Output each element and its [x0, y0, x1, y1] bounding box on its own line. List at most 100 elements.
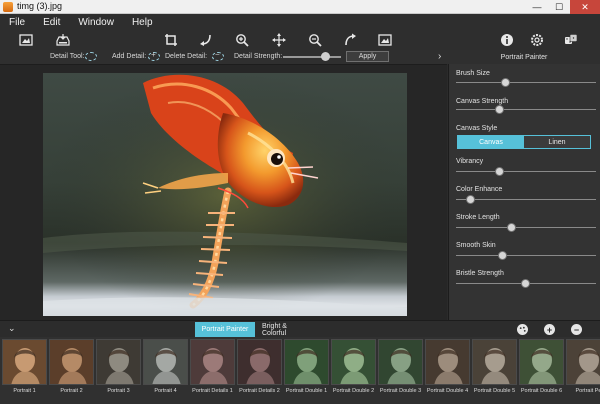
canvas-workspace[interactable] — [0, 64, 447, 320]
smooth-skin-label: Smooth Skin — [456, 242, 496, 249]
window-title: timg (3).jpg — [17, 1, 63, 11]
detail-tool-button[interactable] — [85, 52, 97, 61]
menu-file[interactable]: File — [0, 17, 34, 28]
bristle-strength-label: Bristle Strength — [456, 270, 504, 277]
stroke-length-label: Stroke Length — [456, 214, 500, 221]
preset-preview-image — [566, 339, 600, 385]
info-button[interactable] — [498, 31, 516, 49]
preset-name: Portrait 1 — [13, 388, 36, 394]
panel-next-button[interactable]: › — [438, 51, 441, 62]
apply-button[interactable]: Apply — [346, 51, 389, 62]
preset-thumbnail[interactable]: Portrait 1 — [2, 339, 47, 401]
window-controls: — ☐ ✕ — [526, 0, 600, 14]
palette-icon — [519, 326, 526, 332]
tray-download-icon — [56, 34, 70, 46]
brush-size-handle[interactable] — [501, 78, 510, 87]
preset-thumbnail[interactable]: Portrait Double 2 — [331, 339, 376, 401]
zoom-in-button[interactable] — [233, 31, 251, 49]
preset-name: Portrait Double 6 — [520, 388, 563, 394]
preset-thumbnail[interactable]: Portrait 2 — [49, 339, 94, 401]
delete-detail-button[interactable] — [212, 50, 224, 61]
rotate-right-button[interactable] — [341, 31, 359, 49]
minimize-button[interactable]: — — [526, 0, 548, 14]
preset-name: Portrait Pe — [575, 388, 600, 394]
vibrancy-slider[interactable] — [456, 171, 596, 172]
tab-portrait-painter[interactable]: Portrait Painter — [195, 322, 255, 337]
preset-thumbnail[interactable]: Portrait 4 — [143, 339, 188, 401]
preset-thumbnail[interactable]: Portrait 3 — [96, 339, 141, 401]
compare-button[interactable] — [376, 31, 394, 49]
preset-preview-image — [237, 339, 282, 385]
add-detail-button[interactable] — [148, 50, 160, 61]
preset-preview-image — [49, 339, 94, 385]
zoom-out-icon — [309, 34, 322, 47]
canvas-strength-slider[interactable] — [456, 109, 596, 110]
tab-bright-colorful[interactable]: Bright & Colorful — [256, 322, 318, 337]
settings-button[interactable] — [528, 31, 546, 49]
add-detail-label: Add Detail: — [112, 53, 147, 60]
bristle-strength-handle[interactable] — [520, 279, 530, 288]
preset-preview-image — [425, 339, 470, 385]
vibrancy-handle[interactable] — [495, 167, 505, 176]
maximize-button[interactable]: ☐ — [548, 0, 570, 14]
painted-photo[interactable] — [43, 73, 407, 316]
preset-name: Portrait Details 2 — [239, 388, 280, 394]
menu-edit[interactable]: Edit — [34, 17, 69, 28]
canvas-style-linen[interactable]: Linen — [524, 136, 590, 148]
info-icon — [501, 34, 513, 46]
crop-icon — [165, 34, 177, 46]
dice-icon — [565, 34, 578, 44]
preset-thumbnail[interactable]: Portrait Double 6 — [519, 339, 564, 401]
preset-name: Portrait Double 3 — [379, 388, 422, 394]
title-bar: timg (3).jpg — ☐ ✕ — [0, 0, 600, 14]
color-enhance-handle[interactable] — [466, 195, 475, 204]
preset-thumbnail[interactable]: Portrait Double 5 — [472, 339, 517, 401]
color-enhance-slider[interactable] — [456, 199, 596, 200]
smooth-skin-handle[interactable] — [498, 251, 508, 260]
rotate-right-icon — [345, 33, 356, 46]
picture-icon — [378, 34, 392, 46]
save-button[interactable] — [54, 31, 72, 49]
menu-window[interactable]: Window — [69, 17, 123, 28]
detail-strength-label: Detail Strength: — [234, 53, 283, 60]
preset-name: Portrait Double 1 — [285, 388, 328, 394]
detail-strength-handle[interactable] — [320, 52, 330, 61]
close-button[interactable]: ✕ — [570, 0, 600, 14]
collapse-presets-button[interactable]: ⌄ — [8, 323, 16, 334]
remove-preset-button[interactable]: − — [571, 324, 582, 335]
move-icon — [272, 33, 286, 47]
pan-button[interactable] — [270, 31, 288, 49]
preset-thumbnail[interactable]: Portrait Double 4 — [425, 339, 470, 401]
detail-strength-slider[interactable] — [283, 56, 341, 58]
preset-name: Portrait Double 5 — [473, 388, 516, 394]
open-image-button[interactable] — [17, 31, 35, 49]
image-frame-icon — [19, 34, 33, 46]
preset-thumbnail[interactable]: Portrait Details 2 — [237, 339, 282, 401]
add-preset-button[interactable]: + — [544, 324, 555, 335]
crop-button[interactable] — [162, 31, 180, 49]
preset-preview-image — [2, 339, 47, 385]
random-button[interactable] — [562, 31, 580, 49]
preset-thumbnail[interactable]: Portrait Details 1 — [190, 339, 235, 401]
rotate-left-button[interactable] — [197, 31, 215, 49]
preset-preview-image — [284, 339, 329, 385]
settings-panel: Brush Size Canvas Strength Canvas Style … — [448, 64, 600, 320]
zoom-in-icon — [236, 34, 249, 47]
panel-title: Portrait Painter — [448, 50, 600, 64]
zoom-out-button[interactable] — [306, 31, 324, 49]
brush-size-slider[interactable] — [456, 82, 596, 83]
main-toolbar — [0, 30, 600, 50]
menu-help[interactable]: Help — [123, 17, 162, 28]
canvas-style-canvas[interactable]: Canvas — [458, 136, 524, 148]
palette-button[interactable] — [517, 324, 528, 335]
vibrancy-label: Vibrancy — [456, 158, 484, 165]
preset-thumbnail[interactable]: Portrait Double 3 — [378, 339, 423, 401]
stroke-length-slider[interactable] — [456, 227, 596, 228]
canvas-style-label: Canvas Style — [456, 125, 498, 132]
preset-thumbnail[interactable]: Portrait Pe — [566, 339, 600, 401]
smooth-skin-slider[interactable] — [456, 255, 596, 256]
preset-thumbnail[interactable]: Portrait Double 1 — [284, 339, 329, 401]
presets-tab-bar: ⌄ Portrait Painter Bright & Colorful + − — [0, 320, 600, 337]
canvas-strength-handle[interactable] — [495, 105, 505, 114]
stroke-length-handle[interactable] — [506, 223, 516, 232]
